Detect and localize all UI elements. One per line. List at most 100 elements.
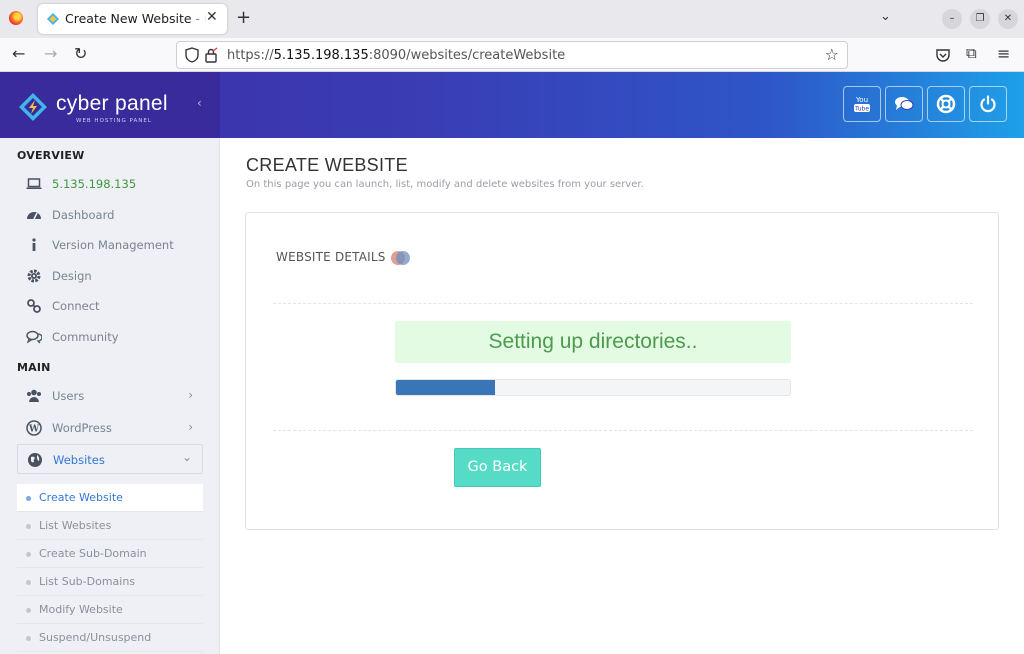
sidebar-item-version-management[interactable]: Version Management [17, 230, 203, 260]
sidebar-item-server-ip[interactable]: 5.135.198.135 [17, 169, 203, 199]
sidebar-item-label: 5.135.198.135 [52, 177, 137, 191]
sidebar-item-wordpress[interactable]: W WordPress › [17, 413, 203, 443]
browser-tab-bar: Create New Website - CyberPanel ✕ + ⌄ – … [0, 0, 1024, 38]
support-button[interactable] [927, 86, 965, 122]
sidebar-item-label: Connect [52, 299, 100, 313]
sidebar-item-connect[interactable]: Connect [17, 291, 203, 321]
submenu-item-suspend-unsuspend[interactable]: Suspend/Unsuspend [17, 624, 203, 652]
svg-text:W: W [28, 425, 40, 435]
sidebar-item-users[interactable]: Users › [17, 381, 203, 411]
submenu-item-label: List Sub-Domains [39, 575, 136, 588]
brand-tagline: WEB HOSTING PANEL [76, 118, 152, 124]
sidebar-item-design[interactable]: Design [17, 261, 203, 291]
progress-bar-fill [396, 380, 495, 395]
page-title: CREATE WEBSITE [246, 155, 408, 175]
submenu-item-label: Create Sub-Domain [39, 547, 147, 560]
pocket-icon[interactable] [935, 47, 951, 63]
submenu-item-list-websites[interactable]: List Websites [17, 512, 203, 540]
websites-submenu: Create Website List Websites Create Sub-… [17, 484, 203, 652]
link-icon [27, 299, 41, 313]
status-message: Setting up directories.. [395, 321, 791, 363]
back-icon[interactable]: ← [12, 44, 25, 63]
submenu-item-label: List Websites [39, 519, 112, 532]
sidebar-item-dashboard[interactable]: Dashboard [17, 200, 203, 230]
lifebuoy-icon [936, 94, 956, 114]
menu-icon[interactable]: ≡ [997, 44, 1010, 63]
page-description: On this page you can launch, list, modif… [246, 179, 644, 190]
panel-heading: WEBSITE DETAILS [276, 250, 386, 264]
firefox-icon[interactable] [9, 11, 23, 25]
sidebar-section-main: MAIN [17, 361, 51, 374]
sidebar-item-label: Websites [53, 453, 105, 467]
list-all-tabs-icon[interactable]: ⌄ [880, 9, 891, 24]
logout-button[interactable] [969, 86, 1007, 122]
youtube-button[interactable]: You Tube [843, 86, 881, 122]
progress-bar [395, 379, 791, 396]
brand-area: cyber panel WEB HOSTING PANEL ‹ [0, 72, 220, 138]
bullet-icon [26, 580, 31, 585]
users-icon [27, 389, 41, 402]
sidebar-item-websites[interactable]: Websites ⌄ [17, 444, 203, 474]
divider [273, 303, 973, 304]
sidebar-item-label: Community [52, 330, 119, 344]
svg-text:You: You [855, 96, 868, 104]
shield-icon[interactable] [185, 47, 199, 63]
bullet-icon [26, 524, 31, 529]
sidebar-item-label: Version Management [52, 238, 174, 252]
url-text[interactable]: https://5.135.198.135:8090/websites/crea… [227, 48, 565, 63]
gear-icon [27, 269, 41, 283]
website-details-panel: WEBSITE DETAILS Setting up directories..… [245, 212, 999, 530]
bookmark-star-icon[interactable]: ☆ [825, 45, 839, 64]
sidebar-item-label: Users [52, 389, 85, 403]
brand-name: cyber panel [56, 92, 168, 115]
loading-spinner-icon [391, 251, 410, 265]
bullet-icon [26, 496, 31, 501]
submenu-item-create-sub-domain[interactable]: Create Sub-Domain [17, 540, 203, 568]
submenu-item-label: Create Website [39, 491, 123, 504]
chat-icon [895, 97, 914, 110]
bullet-icon [26, 608, 31, 613]
browser-tab[interactable]: Create New Website - CyberPanel ✕ [38, 4, 227, 34]
sidebar-collapse-icon[interactable]: ‹ [197, 96, 202, 110]
submenu-item-modify-website[interactable]: Modify Website [17, 596, 203, 624]
sidebar-item-label: WordPress [52, 421, 112, 435]
restore-icon[interactable]: ❐ [970, 9, 990, 29]
forward-icon[interactable]: → [44, 44, 57, 63]
submenu-item-create-website[interactable]: Create Website [17, 484, 203, 512]
bullet-icon [26, 552, 31, 557]
laptop-icon [26, 178, 42, 189]
divider [273, 430, 973, 431]
go-back-button[interactable]: Go Back [454, 448, 541, 487]
globe-icon [28, 453, 42, 467]
submenu-item-list-sub-domains[interactable]: List Sub-Domains [17, 568, 203, 596]
wordpress-icon: W [26, 420, 42, 436]
tab-close-icon[interactable]: ✕ [206, 9, 218, 25]
reload-icon[interactable]: ↻ [74, 44, 87, 63]
chevron-right-icon: › [188, 388, 193, 402]
minimize-icon[interactable]: – [942, 9, 962, 29]
chevron-down-icon: ⌄ [181, 450, 192, 464]
svg-text:Tube: Tube [854, 106, 869, 113]
browser-nav-bar: ← → ↻ https://5.135.198.135:8090/website… [0, 38, 1024, 72]
new-tab-icon[interactable]: + [236, 7, 251, 28]
tab-title: Create New Website - CyberPanel [65, 11, 207, 26]
sidebar-item-label: Dashboard [52, 208, 115, 222]
sidebar-item-community[interactable]: Community [17, 322, 203, 352]
youtube-icon: You Tube [854, 96, 870, 113]
cyberpanel-logo-icon[interactable] [18, 92, 48, 122]
sidebar-item-label: Design [52, 269, 92, 283]
extensions-icon[interactable]: ⧉ [966, 44, 977, 62]
dashboard-icon [27, 212, 41, 220]
url-bar[interactable]: https://5.135.198.135:8090/websites/crea… [176, 41, 848, 69]
cyberpanel-favicon-icon [47, 13, 59, 25]
comments-icon [26, 330, 42, 344]
power-icon [980, 95, 996, 113]
submenu-item-label: Modify Website [39, 603, 123, 616]
app-header: cyber panel WEB HOSTING PANEL ‹ You Tube [0, 72, 1024, 138]
lock-icon[interactable] [204, 47, 218, 63]
chat-button[interactable] [885, 86, 923, 122]
sidebar-section-overview: OVERVIEW [17, 149, 85, 162]
close-window-icon[interactable]: ✕ [998, 9, 1018, 29]
bullet-icon [26, 636, 31, 641]
info-icon [32, 238, 36, 251]
